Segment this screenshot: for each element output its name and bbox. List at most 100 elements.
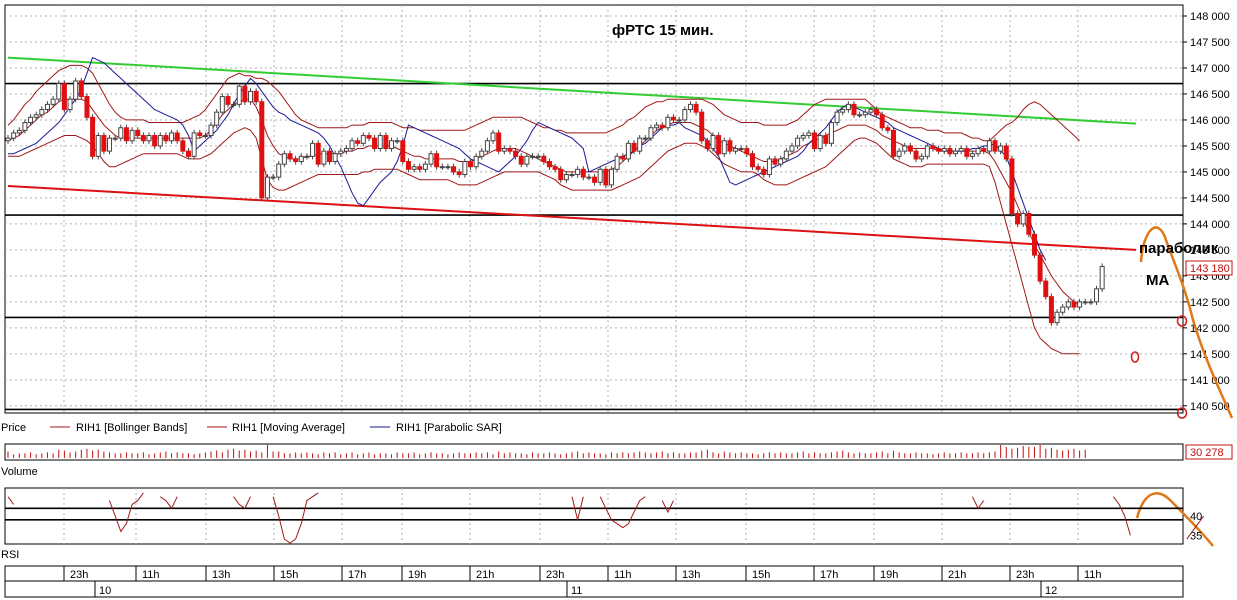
candle-body	[778, 158, 784, 165]
candle-body	[417, 166, 423, 170]
candle-body	[992, 140, 998, 152]
candle-body	[197, 132, 203, 137]
annotation-parabolic: параболик	[1139, 240, 1219, 257]
price-legend: Price RIH1 [Bollinger Bands] RIH1 [Movin…	[1, 422, 502, 434]
candle-body	[749, 153, 755, 168]
candle-body	[28, 116, 34, 124]
candle-body	[930, 145, 936, 150]
candle-body	[383, 135, 389, 150]
candle-body	[157, 135, 163, 147]
candle-body	[1065, 301, 1071, 308]
candle-body	[1099, 266, 1105, 290]
candle-body	[586, 176, 592, 179]
candle-body	[704, 140, 710, 150]
price-tick-label: 141 000	[1190, 375, 1230, 387]
candle-body	[270, 176, 276, 179]
candle-body	[857, 114, 863, 117]
candle-body	[185, 150, 191, 157]
hour-label: 15h	[280, 569, 298, 581]
candle-body	[208, 124, 214, 137]
candle-body	[947, 148, 953, 155]
price-tick-label: 141 500	[1190, 349, 1230, 361]
candle-body	[693, 103, 699, 113]
candle-body	[360, 135, 366, 144]
candle-body	[828, 122, 834, 144]
candle-body	[61, 83, 67, 111]
candle-body	[496, 132, 502, 152]
candle-body	[310, 142, 316, 157]
legend-bollinger: RIH1 [Bollinger Bands]	[76, 422, 187, 434]
candle-body	[631, 142, 637, 152]
candle-body	[321, 150, 327, 165]
candle-body	[885, 127, 891, 131]
candle-body	[744, 148, 750, 155]
hour-label: 11h	[142, 569, 160, 581]
candle-body	[518, 155, 524, 165]
candle-body	[546, 161, 552, 168]
candle-body	[5, 137, 11, 142]
hour-label: 19h	[408, 569, 426, 581]
candle-body	[78, 80, 84, 98]
candle-body	[812, 132, 818, 150]
candle-body	[789, 145, 795, 152]
candle-body	[253, 90, 259, 103]
candle-body	[975, 148, 981, 155]
candle-body	[152, 135, 158, 147]
price-tick-label: 145 000	[1190, 167, 1230, 179]
candle-body	[575, 168, 581, 176]
candle-body	[772, 158, 778, 165]
candle-body	[169, 132, 175, 142]
candle-body	[281, 153, 287, 165]
candle-body	[665, 116, 671, 129]
candle-body	[56, 83, 62, 100]
volume-value-label: 30 278	[1190, 447, 1224, 459]
candle-body	[986, 140, 992, 152]
candle-body	[242, 85, 248, 103]
price-tick-label: 148 000	[1190, 11, 1230, 23]
hour-label: 17h	[348, 569, 366, 581]
candle-body	[405, 161, 411, 170]
candle-body	[16, 129, 22, 134]
candle-body	[783, 150, 789, 160]
candle-body	[434, 153, 440, 168]
legend-sar: RIH1 [Parabolic SAR]	[396, 422, 502, 434]
price-tick-label: 144 000	[1190, 219, 1230, 231]
annotation-ma: MA	[1146, 272, 1169, 289]
candle-body	[259, 101, 265, 199]
hour-label: 11h	[1084, 569, 1102, 581]
day-label: 12	[1045, 585, 1057, 597]
candle-body	[823, 135, 829, 144]
candle-body	[214, 111, 220, 126]
candle-body	[219, 96, 225, 113]
candle-body	[755, 166, 761, 170]
candle-body	[541, 155, 547, 163]
candle-body	[524, 155, 530, 165]
price-tick-label: 146 000	[1190, 115, 1230, 127]
candle-body	[372, 137, 378, 150]
candle-body	[580, 168, 586, 178]
candle-body	[625, 142, 631, 160]
candle-body	[293, 158, 299, 163]
candle-body	[840, 109, 846, 113]
candle-body	[699, 111, 705, 142]
candle-body	[225, 96, 231, 105]
candle-body	[298, 155, 304, 163]
hour-label: 23h	[546, 569, 564, 581]
candle-body	[1060, 306, 1066, 313]
candle-body	[902, 145, 908, 152]
price-tick-label: 145 500	[1190, 141, 1230, 153]
candle-body	[248, 90, 254, 103]
legend-rsi: RSI	[1, 549, 19, 561]
candle-body	[862, 111, 868, 116]
candle-body	[1009, 158, 1015, 214]
price-tick-label: 142 500	[1190, 297, 1230, 309]
candle-body	[608, 168, 614, 186]
candle-body	[39, 109, 45, 116]
candle-body	[998, 145, 1004, 152]
candle-body	[73, 80, 79, 100]
price-tick-label: 146 500	[1190, 89, 1230, 101]
price-tick-label: 144 500	[1190, 193, 1230, 205]
candle-body	[422, 163, 428, 170]
candle-body	[264, 176, 270, 199]
candle-body	[1054, 311, 1060, 324]
